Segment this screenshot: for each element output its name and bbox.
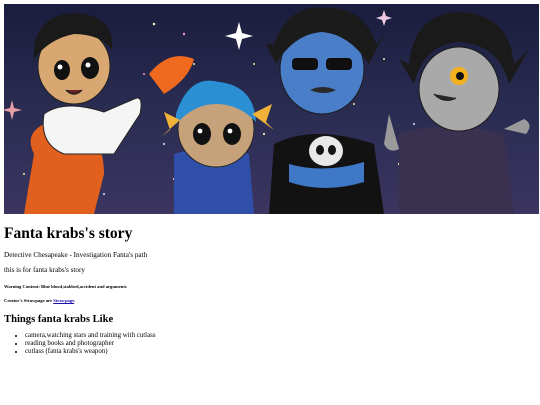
creator-line: Creator's Strawpage are Strawpage. bbox=[4, 298, 534, 304]
likes-heading: Things fanta krabs Like bbox=[4, 314, 114, 325]
banner-image bbox=[4, 4, 539, 214]
list-item: cutlass (fanta krabs's weapon) bbox=[25, 348, 534, 356]
creator-suffix: . bbox=[74, 298, 76, 303]
character-art-illustration bbox=[4, 4, 539, 214]
list-item: camera,watching stars and training with … bbox=[25, 332, 534, 340]
page-description: this is for fanta krabs's story bbox=[4, 266, 85, 274]
page-subtitle: Detective Chesapeake - Investigation Fan… bbox=[4, 251, 148, 259]
strawpage-link[interactable]: Strawpage bbox=[53, 298, 74, 303]
likes-list: camera,watching stars and training with … bbox=[4, 332, 534, 355]
page-title: Fanta krabs's story bbox=[4, 225, 133, 242]
page-content: Fanta krabs's story Detective Chesapeake… bbox=[4, 214, 534, 355]
content-warning: Warning Content: Blue blood,stabbed,acci… bbox=[4, 284, 127, 289]
list-item: reading books and photographer bbox=[25, 340, 534, 348]
creator-prefix: Creator's Strawpage are bbox=[4, 298, 53, 303]
